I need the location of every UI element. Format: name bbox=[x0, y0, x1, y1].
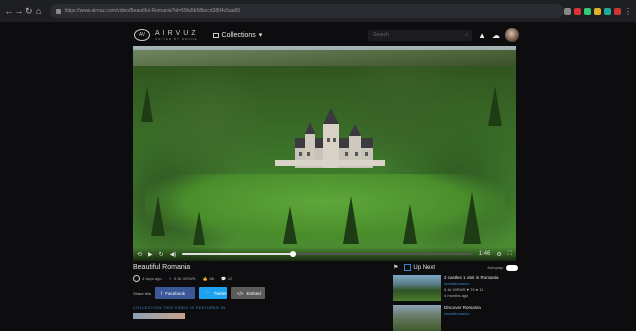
up-next-info: 2 castles 1 visit in Romania nicolaitoma… bbox=[444, 275, 499, 301]
extension-icon[interactable] bbox=[614, 7, 621, 15]
brand-tagline: UNITED BY DRONE bbox=[155, 36, 198, 41]
share-label: Share this bbox=[133, 290, 152, 296]
browser-toolbar: ← → ↻ ⌂ https://www.airvuz.com/video/Bea… bbox=[0, 0, 636, 22]
search-placeholder: Search bbox=[373, 32, 389, 38]
home-icon[interactable]: ⌂ bbox=[34, 6, 44, 16]
collections-icon bbox=[212, 32, 219, 38]
logo[interactable]: AIRVUZ UNITED BY DRONE bbox=[155, 30, 199, 41]
logo-icon[interactable]: AV bbox=[134, 29, 150, 41]
loop-icon[interactable]: ↻ bbox=[159, 251, 164, 258]
search-icon[interactable]: ⌕ bbox=[465, 32, 468, 38]
up-next-label: Up Next bbox=[413, 264, 436, 271]
address-text: https://www.airvuz.com/video/Beautiful-R… bbox=[64, 8, 241, 14]
castle-illustration bbox=[275, 108, 385, 168]
time-display: 1:46 bbox=[478, 251, 491, 257]
player-controls: ⟲ ▶ ↻ ◀) 1:46 ⚙ ⛶ bbox=[133, 247, 516, 261]
facebook-icon: f bbox=[161, 290, 163, 296]
brand-name: AIRVUZ bbox=[155, 29, 199, 37]
settings-icon[interactable]: ⚙ bbox=[496, 251, 501, 258]
view-count: ✕ 5.3k VIEWS bbox=[169, 276, 196, 281]
comment-button[interactable]: 💬 12 bbox=[221, 276, 232, 281]
collections-menu[interactable]: Collections ▾ bbox=[212, 31, 263, 39]
up-next-author[interactable]: nicolaitomaiov bbox=[444, 311, 481, 317]
up-next-header: ⚑ Up Next Autoplay bbox=[393, 264, 518, 271]
search-input[interactable]: Search ⌕ bbox=[368, 29, 473, 41]
up-next-age: 4 months ago bbox=[444, 293, 469, 298]
views-icon: ✕ bbox=[168, 276, 172, 281]
twitter-label: Twitter bbox=[213, 290, 227, 296]
upload-icon[interactable]: ☁ bbox=[492, 31, 500, 40]
clock-icon bbox=[133, 275, 140, 282]
up-next-info: Discover Romania nicolaitomaiov bbox=[444, 305, 481, 331]
like-count: 88 bbox=[209, 276, 214, 281]
autoplay-toggle[interactable] bbox=[506, 264, 518, 271]
twitter-share-button[interactable]: 🐦 Twitter bbox=[199, 287, 228, 299]
fullscreen-icon[interactable]: ⛶ bbox=[508, 251, 512, 258]
video-thumbnail[interactable] bbox=[393, 305, 441, 331]
up-next-panel: ⚑ Up Next Autoplay 2 castles 1 visit in … bbox=[393, 264, 518, 331]
bell-icon[interactable]: ▲ bbox=[478, 31, 486, 40]
thumbs-up-icon: 👍 bbox=[202, 276, 208, 281]
code-icon: </> bbox=[237, 290, 244, 296]
rewind-icon[interactable]: ⟲ bbox=[137, 251, 142, 258]
chevron-down-icon: ▾ bbox=[258, 32, 263, 39]
collections-label: Collections bbox=[221, 31, 256, 39]
upload-age-text: 4 days ago bbox=[142, 276, 162, 281]
site-header: AV AIRVUZ UNITED BY DRONE Collections ▾ … bbox=[126, 25, 521, 45]
up-next-item[interactable]: 2 castles 1 visit in Romania nicolaitoma… bbox=[393, 275, 518, 301]
progress-handle[interactable] bbox=[289, 251, 296, 257]
extension-icon[interactable] bbox=[564, 7, 571, 15]
embed-button[interactable]: </> Embed bbox=[231, 287, 266, 299]
forward-icon[interactable]: → bbox=[14, 6, 24, 16]
extension-icon[interactable] bbox=[584, 7, 591, 15]
up-next-item[interactable]: Discover Romania nicolaitomaiov bbox=[393, 305, 518, 331]
progress-fill bbox=[182, 253, 293, 255]
view-count-text: 5.3k VIEWS bbox=[173, 276, 196, 281]
extension-icon[interactable] bbox=[604, 7, 611, 15]
extensions-area: ⋮ bbox=[564, 7, 632, 16]
flag-icon[interactable]: ⚑ bbox=[393, 264, 398, 271]
comment-count: 12 bbox=[227, 276, 233, 281]
avatar[interactable] bbox=[505, 28, 519, 42]
reload-icon[interactable]: ↻ bbox=[24, 6, 34, 17]
progress-bar[interactable] bbox=[182, 251, 473, 257]
facebook-label: Facebook bbox=[165, 290, 186, 296]
back-icon[interactable]: ← bbox=[4, 6, 14, 16]
volume-icon[interactable]: ◀) bbox=[170, 251, 177, 258]
up-next-icon bbox=[404, 264, 412, 271]
embed-label: Embed bbox=[246, 290, 261, 296]
comment-icon: 💬 bbox=[220, 276, 226, 281]
more-icon[interactable]: ⋮ bbox=[624, 7, 632, 16]
video-player[interactable]: ⟲ ▶ ↻ ◀) 1:46 ⚙ ⛶ bbox=[133, 46, 516, 261]
facebook-share-button[interactable]: f Facebook bbox=[155, 287, 196, 299]
play-icon[interactable]: ▶ bbox=[148, 251, 153, 258]
video-thumbnail[interactable] bbox=[393, 275, 441, 301]
twitter-icon: 🐦 bbox=[205, 290, 211, 295]
autoplay-label: Autoplay bbox=[487, 265, 503, 270]
like-button[interactable]: 👍 88 bbox=[203, 276, 214, 281]
collection-thumbnail[interactable] bbox=[133, 313, 185, 319]
extension-icon[interactable] bbox=[574, 7, 581, 15]
address-bar[interactable]: https://www.airvuz.com/video/Beautiful-R… bbox=[49, 4, 564, 18]
autoplay-control: Autoplay bbox=[487, 264, 518, 271]
lock-icon bbox=[55, 8, 61, 14]
upload-age: 4 days ago bbox=[133, 275, 162, 282]
extension-icon[interactable] bbox=[594, 7, 601, 15]
